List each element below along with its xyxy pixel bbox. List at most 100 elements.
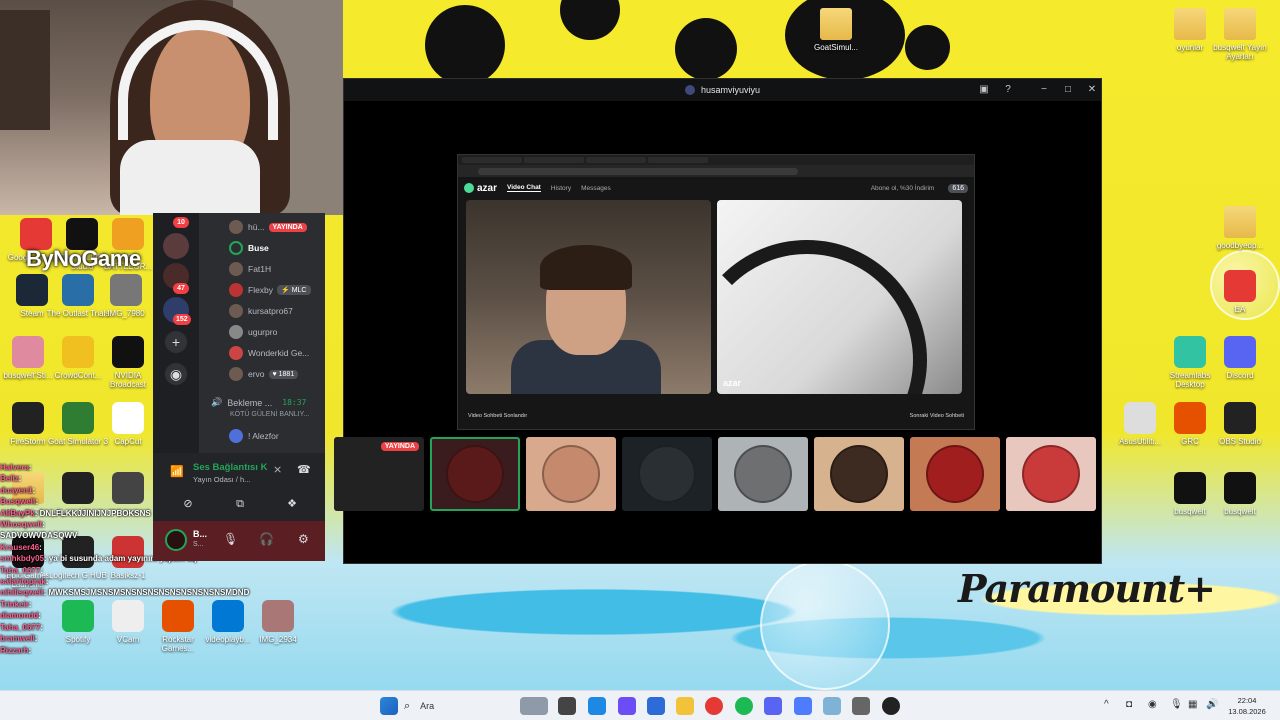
stream-tile[interactable] xyxy=(718,437,808,511)
discord-server-rail: 10 47 152 + ◉ xyxy=(153,213,199,453)
member-avatar xyxy=(229,283,243,297)
voice-member[interactable]: ugurpro xyxy=(229,322,277,342)
noise-suppression-icon[interactable]: ⨯ xyxy=(273,463,282,476)
user-avatar[interactable] xyxy=(165,529,187,551)
settings-gear-icon[interactable]: ⚙ xyxy=(298,532,309,546)
address-bar[interactable] xyxy=(458,165,974,177)
subscribe-promo[interactable]: Abone ol, %30 İndirim xyxy=(871,185,935,192)
close-button[interactable]: ✕ xyxy=(1084,82,1100,98)
todo-icon[interactable] xyxy=(794,697,812,715)
microphone-icon[interactable]: 🎙 xyxy=(223,532,238,546)
minimize-button[interactable]: − xyxy=(1036,82,1052,98)
end-chat-button[interactable]: Video Sohbeti Sonlandır xyxy=(468,413,527,419)
camera-off-button[interactable]: ⊘ xyxy=(169,493,207,515)
desktop-shortcut[interactable]: CapCut xyxy=(96,402,160,446)
nav-messages[interactable]: Messages xyxy=(581,185,611,192)
wallpaper-bubble xyxy=(760,560,890,690)
voice-member[interactable]: ervo ♥ 1881 xyxy=(229,364,299,384)
shortcut-label: busqwelt Yayın Ayarları xyxy=(1213,43,1267,61)
stream-tile[interactable] xyxy=(622,437,712,511)
disconnect-icon[interactable]: ☎ xyxy=(297,463,311,476)
chrome-icon[interactable] xyxy=(705,697,723,715)
voice-channel[interactable]: 🔊 Bekleme ... 18:37 xyxy=(211,397,306,408)
obs-icon[interactable] xyxy=(882,697,900,715)
stream-tile[interactable] xyxy=(1006,437,1096,511)
azar-logo[interactable]: azar xyxy=(464,183,497,194)
voice-member[interactable]: ! Alezfor xyxy=(229,429,279,443)
help-icon[interactable]: ? xyxy=(1000,82,1016,98)
member-avatar xyxy=(229,220,243,234)
activities-button[interactable]: ❖ xyxy=(273,493,311,515)
voice-connection-title[interactable]: Ses Bağlantısı K xyxy=(193,462,267,473)
voice-member[interactable]: Flexby ⚡ MLC xyxy=(229,280,311,300)
crowdcontrol-icon xyxy=(62,336,94,368)
voice-member[interactable]: Wonderkid Ge... xyxy=(229,343,309,363)
user-panel: B... S... 🎙 🎧 ⚙ xyxy=(153,521,325,561)
desktop-shortcut[interactable]: OBS Studio xyxy=(1208,402,1272,446)
asus-icon xyxy=(1124,402,1156,434)
next-chat-button[interactable]: Sonraki Video Sohbeti xyxy=(910,413,964,419)
add-server-icon[interactable]: + xyxy=(165,331,187,353)
tray-app-icon[interactable]: ◉ xyxy=(1148,699,1157,710)
hose-object xyxy=(717,240,927,394)
member-tag: ⚡ MLC xyxy=(277,285,311,295)
browser-tab[interactable] xyxy=(648,157,708,163)
shortcut-label: EA xyxy=(1234,305,1246,314)
nav-video-chat[interactable]: Video Chat xyxy=(507,184,541,192)
copilot-icon[interactable] xyxy=(618,697,636,715)
desktop-shortcut[interactable]: busqwelt Yayın Ayarları xyxy=(1208,8,1272,61)
taskbar-clock[interactable]: 22:04 13.08.2026 xyxy=(1220,695,1274,717)
store-icon[interactable] xyxy=(647,697,665,715)
folder-icon xyxy=(1224,206,1256,238)
window-titlebar[interactable]: husamviyuviyu ▣ ? − □ ✕ xyxy=(344,79,1101,101)
desktop-shortcut[interactable]: GoatSimul... xyxy=(804,8,868,52)
chat-message: bramwell: xyxy=(0,634,38,644)
desktop-shortcut[interactable]: Discord xyxy=(1208,336,1272,380)
member-name: hü... xyxy=(248,222,265,232)
shortcut-label: IMG_7980 xyxy=(107,309,145,318)
voice-member[interactable]: Buse xyxy=(229,238,269,258)
popout-icon[interactable]: ▣ xyxy=(976,82,992,98)
file-explorer-icon[interactable] xyxy=(676,697,694,715)
discord-icon[interactable] xyxy=(764,697,782,715)
browser-tab[interactable] xyxy=(586,157,646,163)
task-view-icon[interactable] xyxy=(558,697,576,715)
voice-member[interactable]: Fat1H xyxy=(229,259,271,279)
folder-icon xyxy=(820,8,852,40)
app-icon[interactable] xyxy=(823,697,841,715)
screen-share-button[interactable]: ⧉ xyxy=(221,493,259,515)
settings-icon[interactable] xyxy=(852,697,870,715)
stream-tile[interactable] xyxy=(910,437,1000,511)
nav-history[interactable]: History xyxy=(551,185,571,192)
browser-tab[interactable] xyxy=(462,157,522,163)
stream-tile[interactable] xyxy=(430,437,520,511)
volume-icon[interactable]: 🔊 xyxy=(1206,699,1218,710)
voice-member[interactable]: kursatpro67 xyxy=(229,301,293,321)
widgets-icon[interactable] xyxy=(520,697,548,715)
spotify-icon[interactable] xyxy=(735,697,753,715)
headphones-icon[interactable]: 🎧 xyxy=(259,532,274,546)
edge-icon[interactable] xyxy=(588,697,606,715)
browser-tab[interactable] xyxy=(524,157,584,163)
show-hidden-icons[interactable]: ^ xyxy=(1104,699,1109,710)
gems-count[interactable]: 616 xyxy=(948,183,968,193)
chat-username: Whosqwelt xyxy=(0,520,43,530)
voice-member[interactable]: hü... YAYINDA xyxy=(229,217,307,237)
desktop-shortcut[interactable]: goodbyedp... xyxy=(1208,206,1272,250)
desktop-shortcut[interactable]: IMG_7980 xyxy=(94,274,158,318)
member-name: ! Alezfor xyxy=(248,431,279,441)
voice-connection-channel[interactable]: Yayın Odası / h... xyxy=(193,475,250,484)
desktop-shortcut[interactable]: busqwelt xyxy=(1208,472,1272,516)
desktop-shortcut[interactable]: NVIDIA Broadcast xyxy=(96,336,160,389)
server-icon[interactable] xyxy=(163,233,189,259)
microphone-icon[interactable]: 🎙 xyxy=(1170,699,1183,710)
tray-app-icon[interactable]: ◘ xyxy=(1126,699,1132,710)
maximize-button[interactable]: □ xyxy=(1060,82,1076,98)
start-icon[interactable] xyxy=(380,697,398,715)
explore-servers-icon[interactable]: ◉ xyxy=(165,363,187,385)
network-icon[interactable]: ▦ xyxy=(1188,699,1197,710)
stream-tile[interactable] xyxy=(814,437,904,511)
stream-tile[interactable]: YAYINDA xyxy=(334,437,424,511)
stream-tile[interactable] xyxy=(526,437,616,511)
desktop-shortcut[interactable]: EA xyxy=(1208,270,1272,314)
